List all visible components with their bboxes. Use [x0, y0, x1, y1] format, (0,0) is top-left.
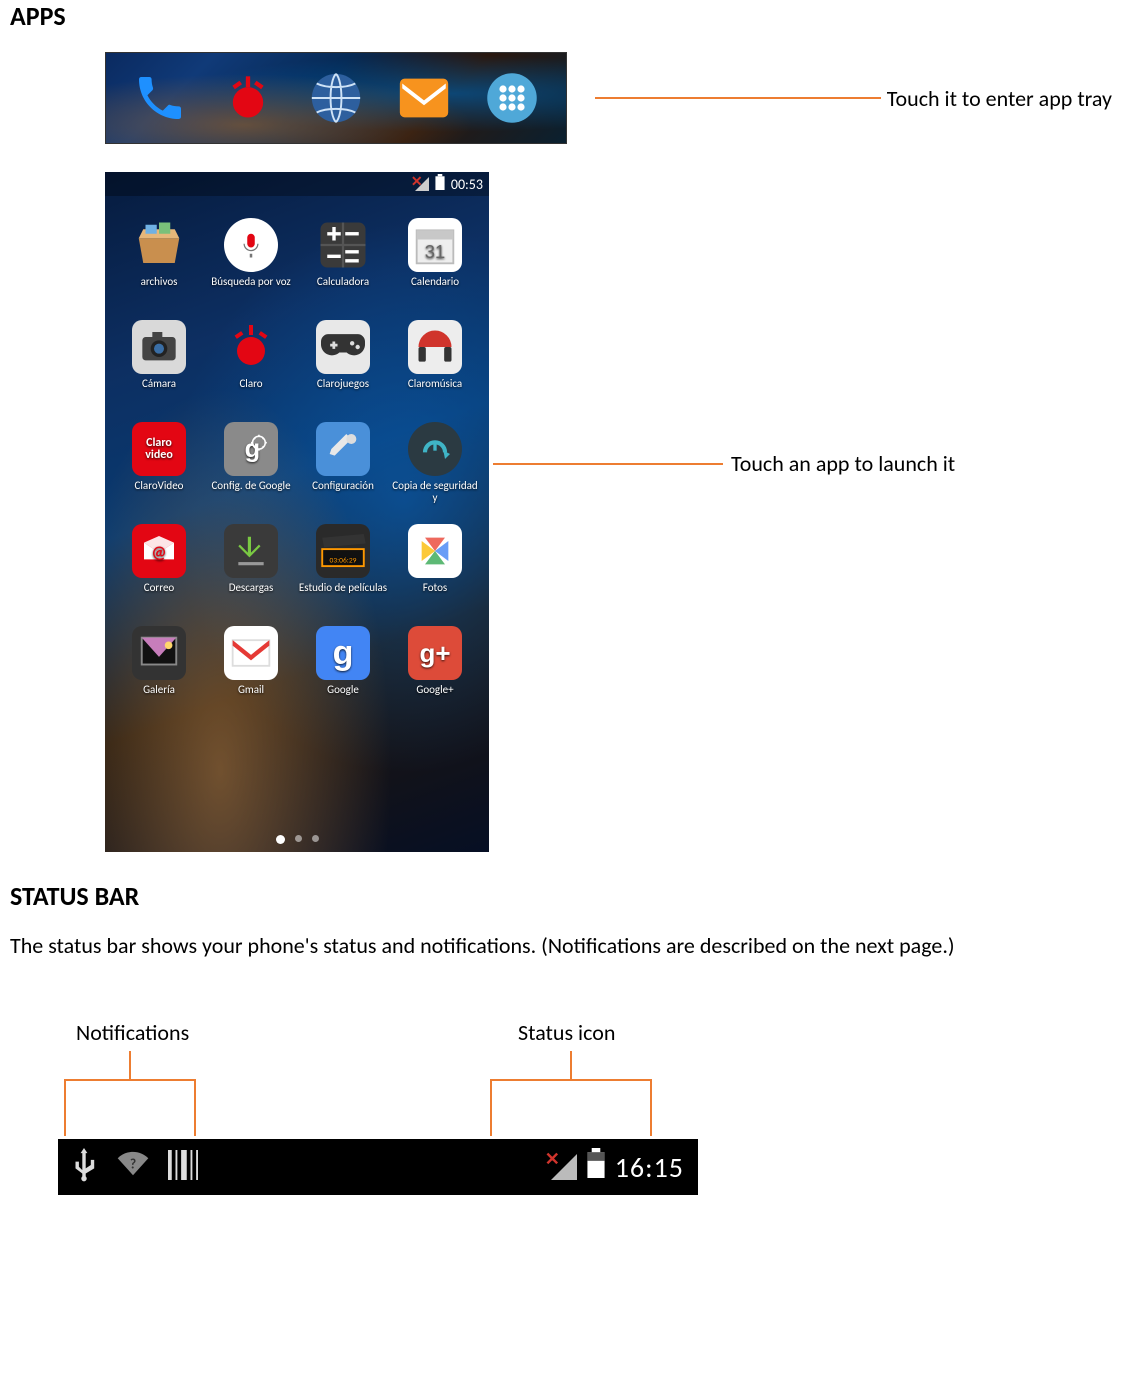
app-label: Configuración [312, 480, 374, 506]
music-icon [408, 320, 462, 374]
app-label: Calculadora [317, 276, 369, 302]
statusbar-heading: STATUS BAR [10, 880, 1112, 912]
barcode-icon [168, 1150, 198, 1185]
phone-screenshot: ✕ 00:53 archivos [105, 172, 489, 852]
battery-icon [587, 1148, 605, 1186]
bracket-status-icon [490, 1079, 652, 1136]
app-label: Gmail [238, 684, 264, 710]
phone-status-bar: ✕ 00:53 [105, 172, 489, 196]
claro-icon [224, 320, 278, 374]
app-label: Clarojuegos [317, 378, 369, 404]
calculator-icon [316, 218, 370, 272]
app-label: Descargas [229, 582, 274, 608]
games-icon [316, 320, 370, 374]
app-gmail[interactable]: Gmail [205, 626, 297, 710]
status-bar-example: ? ✕ 16:15 [58, 1139, 698, 1195]
svg-text:@: @ [152, 543, 167, 563]
app-galeria[interactable]: Galería [113, 626, 205, 710]
google-plus-icon: g+ [408, 626, 462, 680]
app-label: Config. de Google [211, 480, 290, 506]
apps-grid: archivos Búsqueda por voz Calculadora [105, 218, 489, 710]
app-label: Claromúsica [408, 378, 462, 404]
apps-icon[interactable] [477, 63, 547, 133]
app-calendario[interactable]: 31 Calendario [389, 218, 481, 302]
app-camara[interactable]: Cámara [113, 320, 205, 404]
browser-icon[interactable] [301, 63, 371, 133]
app-claromusica[interactable]: Claromúsica [389, 320, 481, 404]
app-clarovideo[interactable]: Clarovideo ClaroVideo [113, 422, 205, 506]
app-label: Google+ [416, 684, 453, 710]
app-label: Estudio de películas [299, 582, 387, 608]
downloads-icon [224, 524, 278, 578]
statusbar-description: The status bar shows your phone's status… [10, 932, 1112, 959]
google-settings-icon: g [224, 422, 278, 476]
gallery-icon [132, 626, 186, 680]
svg-text:?: ? [130, 1155, 136, 1172]
app-label: Cámara [142, 378, 176, 404]
app-label: Fotos [423, 582, 447, 608]
svg-text:31: 31 [425, 241, 445, 262]
app-copia-seguridad[interactable]: Copia de seguridad y [389, 422, 481, 506]
app-label: Correo [144, 582, 174, 608]
callout-launch-app: Touch an app to launch it [731, 450, 955, 477]
label-notifications: Notifications [76, 1019, 189, 1046]
app-archivos[interactable]: archivos [113, 218, 205, 302]
claro-icon[interactable] [213, 63, 283, 133]
apps-heading: APPS [10, 0, 1112, 32]
svg-text:03:06:29: 03:06:29 [330, 556, 357, 565]
no-signal-icon: ✕ [415, 177, 429, 191]
callout-app-tray: Touch it to enter app tray [887, 85, 1112, 112]
messaging-icon[interactable] [389, 63, 459, 133]
app-correo[interactable]: @ Correo [113, 524, 205, 608]
app-configuracion[interactable]: Configuración [297, 422, 389, 506]
app-google[interactable]: g Google [297, 626, 389, 710]
app-label: Google [327, 684, 359, 710]
status-time: 00:53 [451, 176, 483, 193]
leader-line [595, 97, 881, 99]
calendar-icon: 31 [408, 218, 462, 272]
app-config-google[interactable]: g Config. de Google [205, 422, 297, 506]
app-clarojuegos[interactable]: Clarojuegos [297, 320, 389, 404]
no-signal-icon: ✕ [551, 1154, 577, 1180]
settings-icon [316, 422, 370, 476]
app-label: Galería [143, 684, 175, 710]
bracket-notifications [64, 1079, 196, 1136]
app-estudio-peliculas[interactable]: 03:06:29 Estudio de películas [297, 524, 389, 608]
app-claro[interactable]: Claro [205, 320, 297, 404]
statusbar-time: 16:15 [615, 1150, 684, 1185]
backup-icon [408, 422, 462, 476]
movie-studio-icon: 03:06:29 [316, 524, 370, 578]
photos-icon [408, 524, 462, 578]
wifi-question-icon: ? [116, 1150, 150, 1185]
clarovideo-icon: Clarovideo [132, 422, 186, 476]
gmail-icon [224, 626, 278, 680]
phone-icon[interactable] [125, 63, 195, 133]
app-label: Calendario [411, 276, 459, 302]
app-label: Claro [239, 378, 262, 404]
app-descargas[interactable]: Descargas [205, 524, 297, 608]
app-label: archivos [141, 276, 178, 302]
mail-icon: @ [132, 524, 186, 578]
app-busqueda-voz[interactable]: Búsqueda por voz [205, 218, 297, 302]
label-status-icon: Status icon [518, 1019, 615, 1046]
leader-line [493, 463, 723, 465]
battery-icon [435, 174, 445, 194]
app-fotos[interactable]: Fotos [389, 524, 481, 608]
google-icon: g [316, 626, 370, 680]
files-icon [132, 218, 186, 272]
app-label: ClaroVideo [135, 480, 184, 506]
usb-icon [70, 1148, 98, 1187]
app-calculadora[interactable]: Calculadora [297, 218, 389, 302]
voice-search-icon [224, 218, 278, 272]
app-label: Búsqueda por voz [211, 276, 290, 302]
page-indicator [105, 835, 489, 844]
dock-bar [105, 52, 567, 144]
app-label: Copia de seguridad y [389, 480, 481, 506]
app-google-plus[interactable]: g+ Google+ [389, 626, 481, 710]
camera-icon [132, 320, 186, 374]
